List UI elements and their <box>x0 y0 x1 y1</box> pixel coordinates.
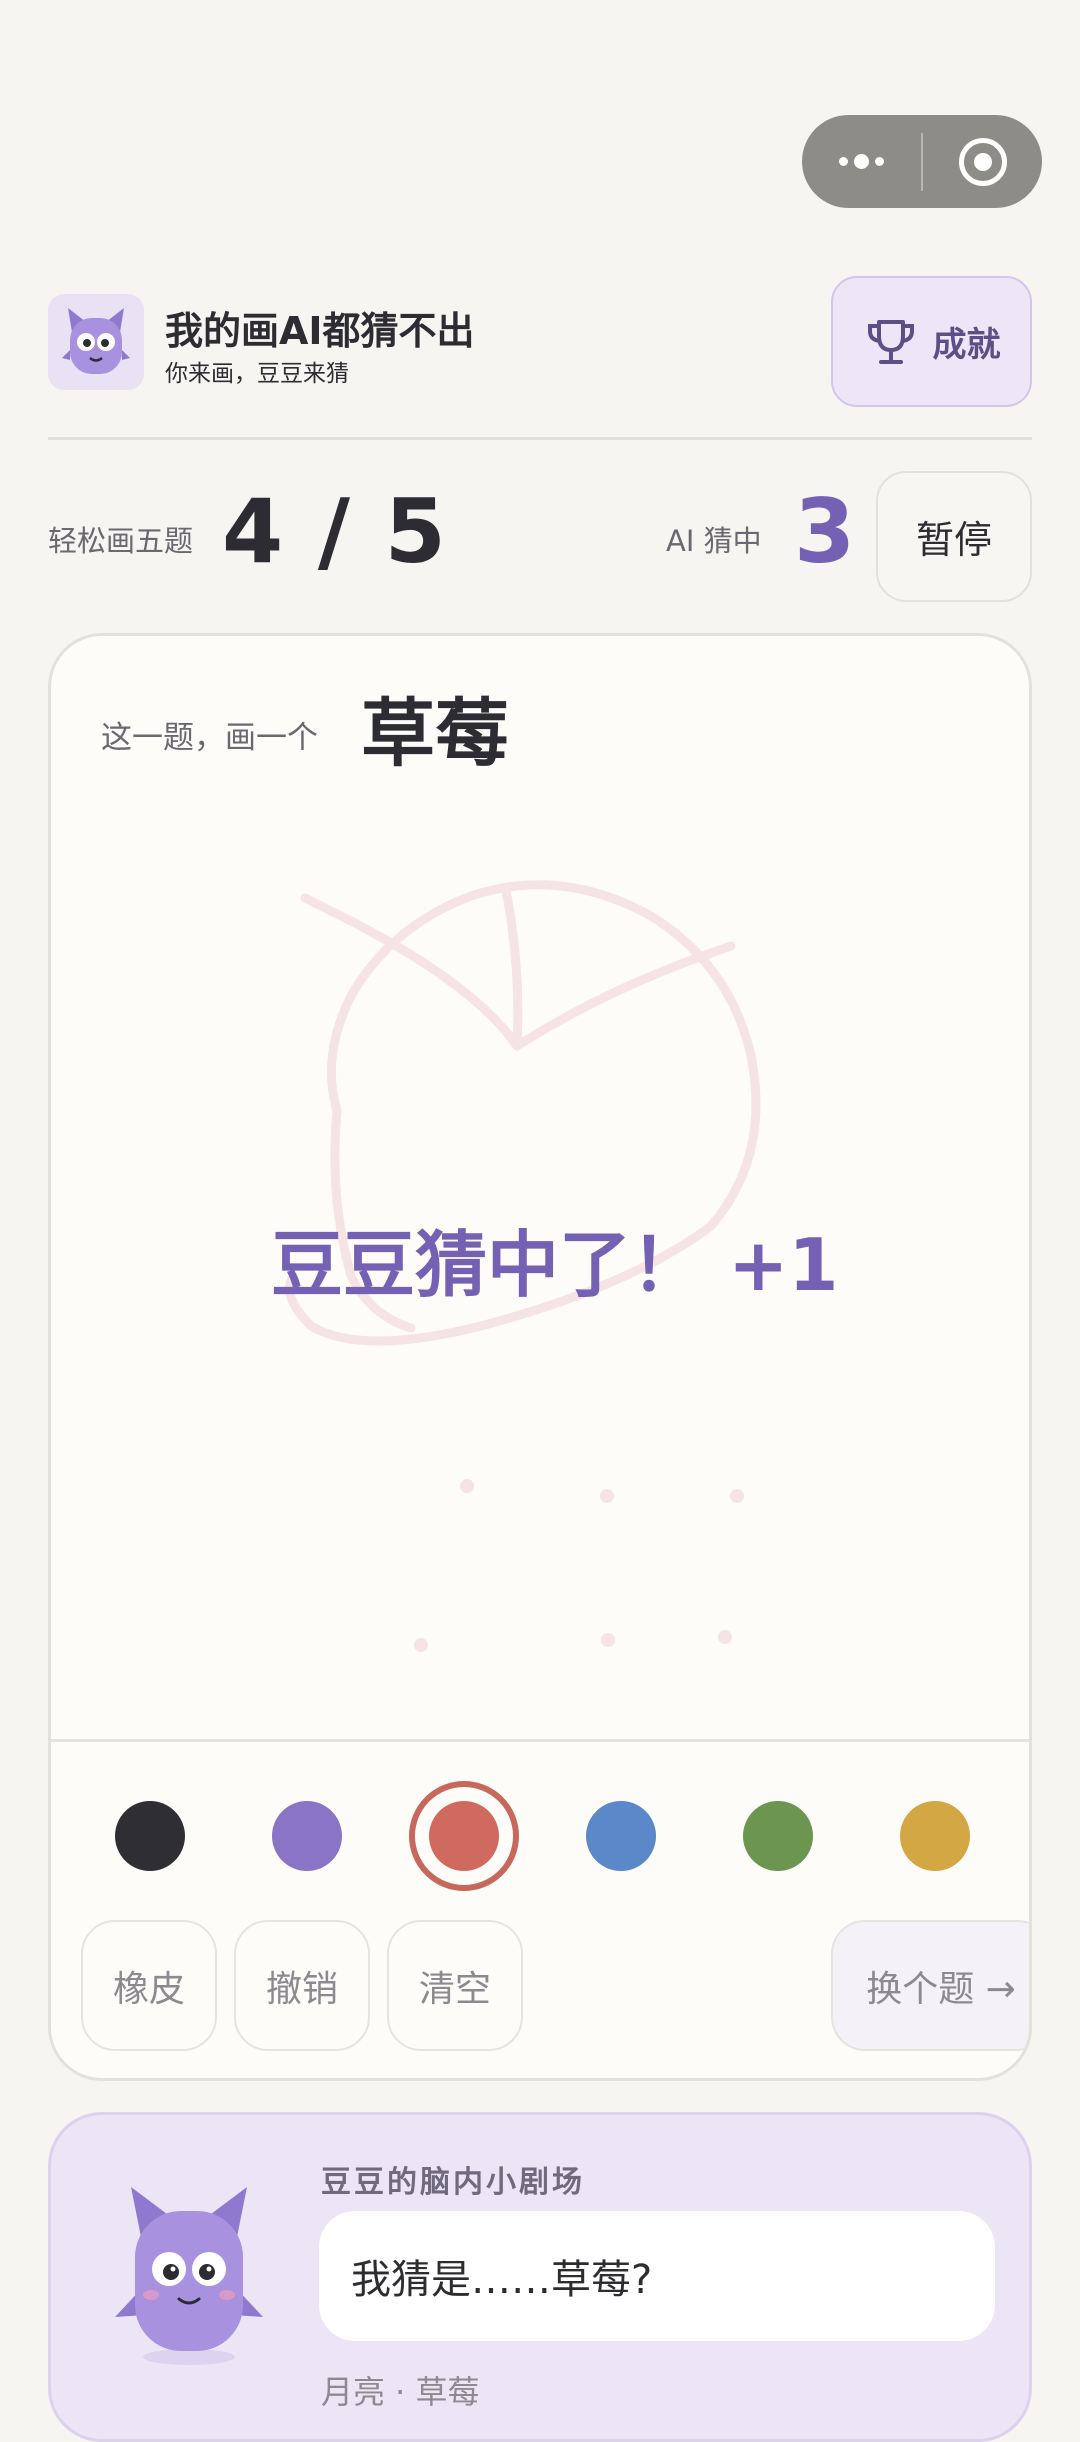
next-prompt-button[interactable]: 换个题 → <box>831 1920 1029 2051</box>
achievements-button[interactable]: 成就 <box>831 276 1032 407</box>
palette-divider <box>51 1739 1029 1742</box>
drawing-canvas[interactable] <box>51 636 1032 1736</box>
doudou-mascot-icon <box>115 2187 263 2365</box>
color-swatch-purple[interactable] <box>272 1801 342 1871</box>
header-divider <box>48 437 1032 440</box>
color-swatch-black[interactable] <box>115 1801 185 1871</box>
guess-text: 我猜是……草莓? <box>351 2257 653 2303</box>
guess-result-banner: 豆豆猜中了！ +1 <box>271 1223 839 1307</box>
trophy-icon <box>867 319 914 364</box>
eraser-button[interactable]: 橡皮 <box>81 1920 217 2051</box>
app-avatar <box>48 294 144 390</box>
app-subtitle: 你来画，豆豆来猜 <box>165 361 349 387</box>
target-circle-icon <box>958 137 1007 186</box>
more-dots-icon <box>839 154 884 169</box>
undo-button[interactable]: 撤销 <box>234 1920 370 2051</box>
guess-history: 月亮 · 草莓 <box>321 2373 480 2411</box>
color-swatch-green[interactable] <box>743 1801 813 1871</box>
brain-theater-panel: 豆豆的脑内小剧场 我猜是……草莓? 月亮 · 草莓 <box>48 2112 1032 2442</box>
achievements-label: 成就 <box>932 325 1001 365</box>
clear-button[interactable]: 清空 <box>387 1920 523 2051</box>
guess-speech-bubble: 我猜是……草莓? <box>319 2211 995 2341</box>
drawing-card: 这一题，画一个 草莓 豆豆猜中了！ +1 橡皮 撤销 清空 换个题 → <box>48 633 1032 2081</box>
ai-guessed-label: AI 猜中 <box>666 524 762 558</box>
progress-counter: 4 / 5 <box>222 480 448 583</box>
ai-guessed-count: 3 <box>794 480 856 583</box>
color-swatch-blue[interactable] <box>586 1801 656 1871</box>
theater-title: 豆豆的脑内小剧场 <box>321 2165 585 2200</box>
more-button[interactable] <box>802 115 921 208</box>
color-swatch-red[interactable] <box>429 1801 499 1871</box>
color-swatch-yellow[interactable] <box>900 1801 970 1871</box>
close-miniprogram-button[interactable] <box>923 115 1042 208</box>
app-title: 我的画AI都猜不出 <box>165 309 475 353</box>
purple-monster-icon <box>62 308 130 374</box>
miniprogram-capsule <box>802 115 1042 208</box>
mode-label: 轻松画五题 <box>48 524 194 558</box>
pause-button[interactable]: 暂停 <box>876 471 1032 602</box>
